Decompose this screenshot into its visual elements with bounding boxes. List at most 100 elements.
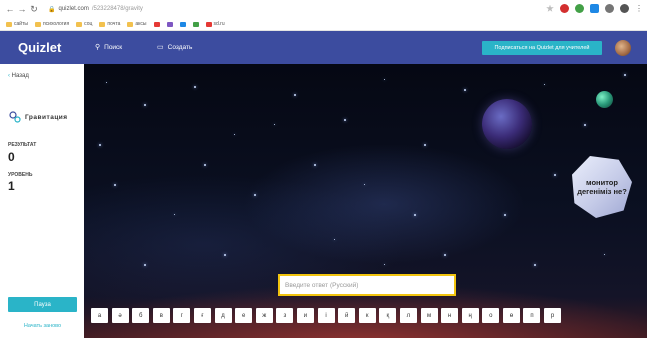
bookmark-star-icon[interactable] [546, 4, 554, 12]
bookmark-label: аксы [135, 21, 147, 27]
gravity-icon [9, 111, 21, 123]
search-label: Поиск [104, 43, 123, 51]
menu-icon[interactable]: ⋮ [635, 4, 643, 13]
char-key[interactable]: л [399, 308, 417, 323]
level-value: 1 [8, 179, 15, 193]
back-arrow-icon[interactable]: ← [4, 4, 16, 14]
char-key[interactable]: п [523, 308, 541, 323]
star [344, 119, 346, 121]
answer-placeholder: Введите ответ (Русский) [285, 281, 359, 289]
char-key[interactable]: ж [255, 308, 273, 323]
char-key[interactable]: д [214, 308, 232, 323]
star [414, 214, 416, 216]
star [144, 264, 146, 266]
bookmark-item[interactable]: психология [34, 21, 69, 27]
char-key[interactable]: а [91, 308, 108, 323]
asteroid-term: монитор дегеніміз не? [572, 156, 632, 218]
char-key[interactable]: ө [502, 308, 520, 323]
bookmark-folder-icon [179, 21, 186, 27]
forward-arrow-icon[interactable]: → [16, 4, 28, 14]
lock-icon: 🔒 [48, 6, 56, 13]
bookmark-item[interactable]: почта [99, 21, 120, 27]
char-key[interactable]: қ [379, 308, 397, 323]
bookmark-folder-icon [99, 21, 106, 27]
pause-button[interactable]: Пауза [8, 297, 77, 312]
answer-input[interactable]: Введите ответ (Русский) [278, 274, 456, 296]
profile-icon[interactable] [620, 4, 629, 13]
star [604, 254, 605, 255]
bookmark-item[interactable] [179, 21, 186, 27]
mode-title: Гравитация [25, 113, 68, 121]
bookmark-label: соц [84, 21, 93, 27]
char-key[interactable]: г [173, 308, 191, 323]
bookmark-folder-icon [205, 21, 212, 27]
bookmark-folder-icon [192, 21, 199, 27]
star [624, 74, 626, 76]
char-key[interactable]: о [482, 308, 500, 323]
extension-red-icon[interactable] [560, 4, 569, 13]
extension-blue-icon[interactable] [590, 4, 599, 13]
teacher-subscribe-button[interactable]: Подписаться на Quizlet для учителей [482, 41, 602, 55]
char-key[interactable]: ә [111, 308, 129, 323]
char-key[interactable]: м [420, 308, 438, 323]
char-key[interactable]: к [358, 308, 376, 323]
star [194, 86, 196, 88]
char-key[interactable]: б [132, 308, 150, 323]
search-icon: ⚲ [95, 44, 101, 51]
bookmark-folder-icon [153, 21, 160, 27]
game-area: монитор дегеніміз не? Введите ответ (Рус… [84, 64, 647, 338]
star [274, 124, 275, 125]
purple-planet [482, 99, 532, 149]
reload-icon[interactable]: ↻ [28, 4, 40, 15]
bookmark-folder-icon [127, 21, 134, 27]
asteroid-term-text: монитор дегеніміз не? [577, 178, 627, 196]
star [504, 214, 506, 216]
url-path: /523228478/gravity [91, 6, 143, 12]
char-key[interactable]: ң [461, 308, 479, 323]
star [464, 89, 466, 91]
char-key[interactable]: и [296, 308, 314, 323]
bookmark-item[interactable]: сайты [6, 21, 28, 27]
extensions: ⋮ [546, 4, 643, 13]
chevron-left-icon: ‹ [8, 73, 10, 79]
star [334, 239, 335, 240]
bookmark-item[interactable] [153, 21, 160, 27]
back-link[interactable]: ‹ Назад [8, 73, 29, 79]
char-key[interactable]: і [317, 308, 335, 323]
char-key[interactable]: р [544, 308, 562, 323]
char-key[interactable]: з [276, 308, 294, 323]
bookmarks-bar: сайты психология соц почта аксы sd.ru [6, 18, 225, 30]
back-label: Назад [11, 73, 29, 79]
bookmark-item[interactable] [166, 21, 173, 27]
extension-green-icon[interactable] [575, 4, 584, 13]
star [204, 164, 206, 166]
star [584, 124, 586, 126]
star [424, 144, 426, 146]
char-key[interactable]: в [152, 308, 170, 323]
bookmark-item[interactable]: sd.ru [205, 21, 225, 27]
search-nav[interactable]: ⚲ Поиск [95, 43, 123, 52]
char-key[interactable]: н [441, 308, 459, 323]
score-value: 0 [8, 150, 15, 164]
star [114, 184, 116, 186]
green-planet [596, 91, 613, 108]
bookmark-folder-icon [34, 21, 41, 27]
star [144, 104, 146, 106]
score-label: РЕЗУЛЬТАТ [8, 142, 37, 148]
star [384, 264, 385, 265]
char-key[interactable]: ғ [193, 308, 211, 323]
url-field[interactable]: 🔒 quizlet.com/523228478/gravity [48, 6, 143, 13]
create-nav[interactable]: ▭ Создать [157, 43, 192, 52]
extension-puzzle-icon[interactable] [605, 4, 614, 13]
avatar[interactable] [615, 40, 631, 56]
bookmark-item[interactable]: аксы [127, 21, 147, 27]
bookmark-item[interactable] [192, 21, 199, 27]
char-key[interactable]: й [338, 308, 356, 323]
char-key[interactable]: е [235, 308, 253, 323]
level-label: УРОВЕНЬ [8, 172, 33, 178]
bookmark-item[interactable]: соц [76, 21, 92, 27]
quizlet-logo[interactable]: Quizlet [18, 40, 61, 55]
star [254, 194, 256, 196]
restart-link[interactable]: Начать заново [8, 323, 77, 329]
create-icon: ▭ [157, 44, 164, 51]
